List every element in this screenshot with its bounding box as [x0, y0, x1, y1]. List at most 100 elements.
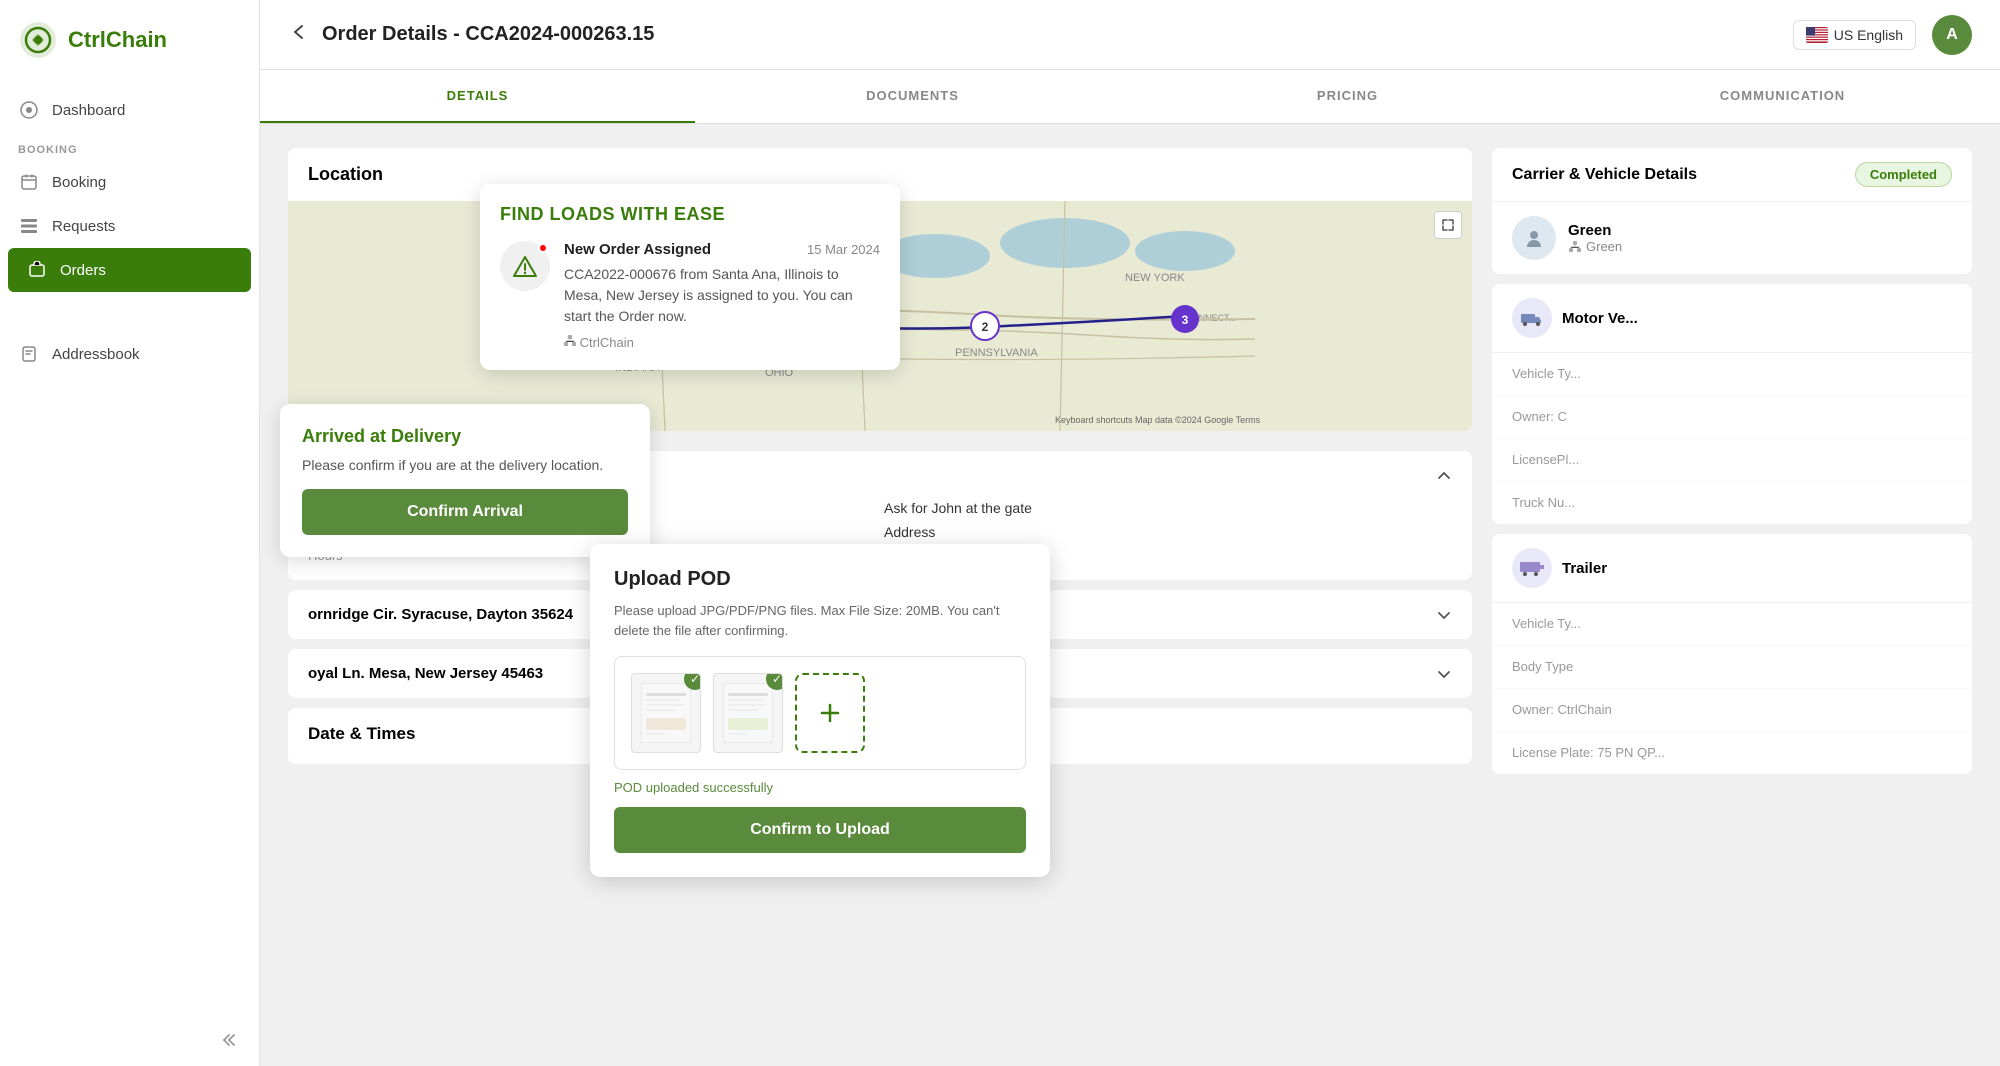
vehicle-owner-row: Owner: C — [1492, 396, 1972, 439]
content-area: Location — [260, 124, 2000, 1066]
svg-text:NEW YORK: NEW YORK — [1125, 272, 1185, 284]
trailer-header: Trailer — [1492, 534, 1972, 603]
trailer-body-row: Body Type — [1492, 646, 1972, 689]
instructions-value: Ask for John at the gate — [884, 500, 1452, 516]
booking-section-label: BOOKING — [0, 132, 259, 160]
box-icon — [26, 259, 48, 281]
tab-bar: DETAILS DOCUMENTS PRICING COMMUNICATION — [260, 70, 2000, 124]
file-1-icon — [641, 683, 691, 743]
trailer-owner-row: Owner: CtrlChain — [1492, 689, 1972, 732]
svg-text:2: 2 — [982, 320, 989, 334]
sidebar-nav: Dashboard BOOKING Booking Requests Or — [0, 80, 259, 1014]
sidebar-item-booking[interactable]: Booking — [0, 160, 259, 204]
book-icon — [18, 343, 40, 365]
carrier-name: Green — [1568, 222, 1622, 239]
notification-content: New Order Assigned 15 Mar 2024 CCA2022-0… — [564, 241, 880, 350]
logo-text: CtrlChain — [68, 27, 167, 53]
carrier-details: Green Green — [1568, 222, 1622, 254]
list-icon — [18, 215, 40, 237]
type-value: Address — [884, 524, 1452, 540]
tab-communication[interactable]: COMMUNICATION — [1565, 70, 2000, 123]
arrived-title: Arrived at Delivery — [302, 426, 628, 447]
person-icon — [1523, 227, 1545, 249]
trailer-type-row: Vehicle Ty... — [1492, 603, 1972, 646]
flag-icon — [1806, 27, 1828, 43]
carrier-title: Carrier & Vehicle Details — [1512, 166, 1697, 184]
language-label: US English — [1834, 27, 1903, 43]
language-selector[interactable]: US English — [1793, 20, 1916, 50]
notification-text: CCA2022-000676 from Santa Ana, Illinois … — [564, 264, 880, 327]
svg-text:Keyboard shortcuts Map data ©: Keyboard shortcuts Map data ©2024 Google… — [1055, 415, 1261, 425]
truck-icon — [1521, 310, 1543, 326]
sidebar: CtrlChain Dashboard BOOKING Booking — [0, 0, 260, 1066]
sidebar-item-requests[interactable]: Requests — [0, 204, 259, 248]
completed-badge: Completed — [1855, 162, 1952, 187]
motor-vehicle-label: Motor Ve... — [1562, 310, 1638, 327]
header-right: US English A — [1793, 15, 1972, 55]
page-title: Order Details - CCA2024-000263.15 — [322, 23, 1793, 46]
carrier-section: Carrier & Vehicle Details Completed Gree… — [1492, 148, 1972, 274]
upload-pod-popup: Upload POD Please upload JPG/PDF/PNG fil… — [590, 544, 1050, 877]
logo[interactable]: CtrlChain — [0, 0, 259, 80]
svg-text:3: 3 — [1182, 313, 1189, 327]
file-2-icon — [723, 683, 773, 743]
sidebar-item-addressbook[interactable]: Addressbook — [0, 332, 259, 376]
back-button[interactable] — [288, 21, 310, 49]
content-right: Carrier & Vehicle Details Completed Gree… — [1492, 148, 1972, 784]
chevron-down-icon — [1436, 607, 1452, 623]
carrier-info: Green Green — [1492, 202, 1972, 274]
confirm-arrival-button[interactable]: Confirm Arrival — [302, 489, 628, 535]
confirm-upload-button[interactable]: Confirm to Upload — [614, 807, 1026, 853]
carrier-header: Carrier & Vehicle Details Completed — [1492, 148, 1972, 202]
arrived-popup: Arrived at Delivery Please confirm if yo… — [280, 404, 650, 557]
chevron-down-2-icon — [1436, 666, 1452, 682]
add-file-button[interactable] — [795, 673, 865, 753]
address-2-title: ornridge Cir. Syracuse, Dayton 35624 — [308, 606, 573, 623]
truck-icon-wrap — [1512, 298, 1552, 338]
trailer-icon — [1520, 560, 1544, 576]
tab-pricing[interactable]: PRICING — [1130, 70, 1565, 123]
org-icon — [1568, 240, 1582, 254]
arrived-text: Please confirm if you are at the deliver… — [302, 457, 628, 473]
carrier-avatar — [1512, 216, 1556, 260]
motor-vehicle-section: Motor Ve... Vehicle Ty... Owner: C Licen… — [1492, 284, 1972, 524]
upload-files-area: ✓ ✓ — [614, 656, 1026, 770]
pod-success-text: POD uploaded successfully — [614, 780, 1026, 795]
vehicle-license-row: LicensePl... — [1492, 439, 1972, 482]
notification-header: FIND LOADS WITH EASE — [500, 204, 880, 225]
sidebar-item-dashboard[interactable]: Dashboard — [0, 88, 259, 132]
header: Order Details - CCA2024-000263.15 US Eng… — [260, 0, 2000, 70]
carrier-role: Green — [1568, 239, 1622, 254]
upload-pod-title: Upload POD — [614, 568, 1026, 591]
vehicle-type-row: Vehicle Ty... — [1492, 353, 1972, 396]
user-avatar[interactable]: A — [1932, 15, 1972, 55]
upload-pod-description: Please upload JPG/PDF/PNG files. Max Fil… — [614, 601, 1026, 640]
address-3-title: oyal Ln. Mesa, New Jersey 45463 — [308, 665, 543, 682]
tab-documents[interactable]: DOCUMENTS — [695, 70, 1130, 123]
notification-date: 15 Mar 2024 — [807, 242, 880, 257]
org-small-icon — [564, 335, 576, 347]
map-expand-button[interactable] — [1434, 211, 1462, 239]
plus-icon — [818, 701, 842, 725]
trailer-icon-wrap — [1512, 548, 1552, 588]
sidebar-collapse-button[interactable] — [0, 1014, 259, 1066]
trailer-license-row: License Plate: 75 PN QP... — [1492, 732, 1972, 774]
notification-sender: CtrlChain — [564, 335, 880, 350]
sidebar-item-orders[interactable]: Orders — [8, 248, 251, 292]
notification-popup: FIND LOADS WITH EASE — [480, 184, 900, 370]
notification-dot — [538, 243, 548, 253]
notification-body: New Order Assigned 15 Mar 2024 CCA2022-0… — [500, 241, 880, 350]
file-thumb-2[interactable]: ✓ — [713, 673, 783, 753]
vehicle-truck-num-row: Truck Nu... — [1492, 482, 1972, 524]
motor-vehicle-header: Motor Ve... — [1492, 284, 1972, 353]
tab-details[interactable]: DETAILS — [260, 70, 695, 123]
trailer-section: Trailer Vehicle Ty... Body Type Owner: C… — [1492, 534, 1972, 774]
trailer-label: Trailer — [1562, 560, 1607, 577]
chevron-up-icon — [1436, 468, 1452, 484]
main-content: Order Details - CCA2024-000263.15 US Eng… — [260, 0, 2000, 1066]
grid-icon — [18, 99, 40, 121]
logo-icon — [18, 20, 58, 60]
alert-triangle-icon — [511, 252, 539, 280]
file-thumb-1[interactable]: ✓ — [631, 673, 701, 753]
notification-title: New Order Assigned — [564, 241, 711, 258]
